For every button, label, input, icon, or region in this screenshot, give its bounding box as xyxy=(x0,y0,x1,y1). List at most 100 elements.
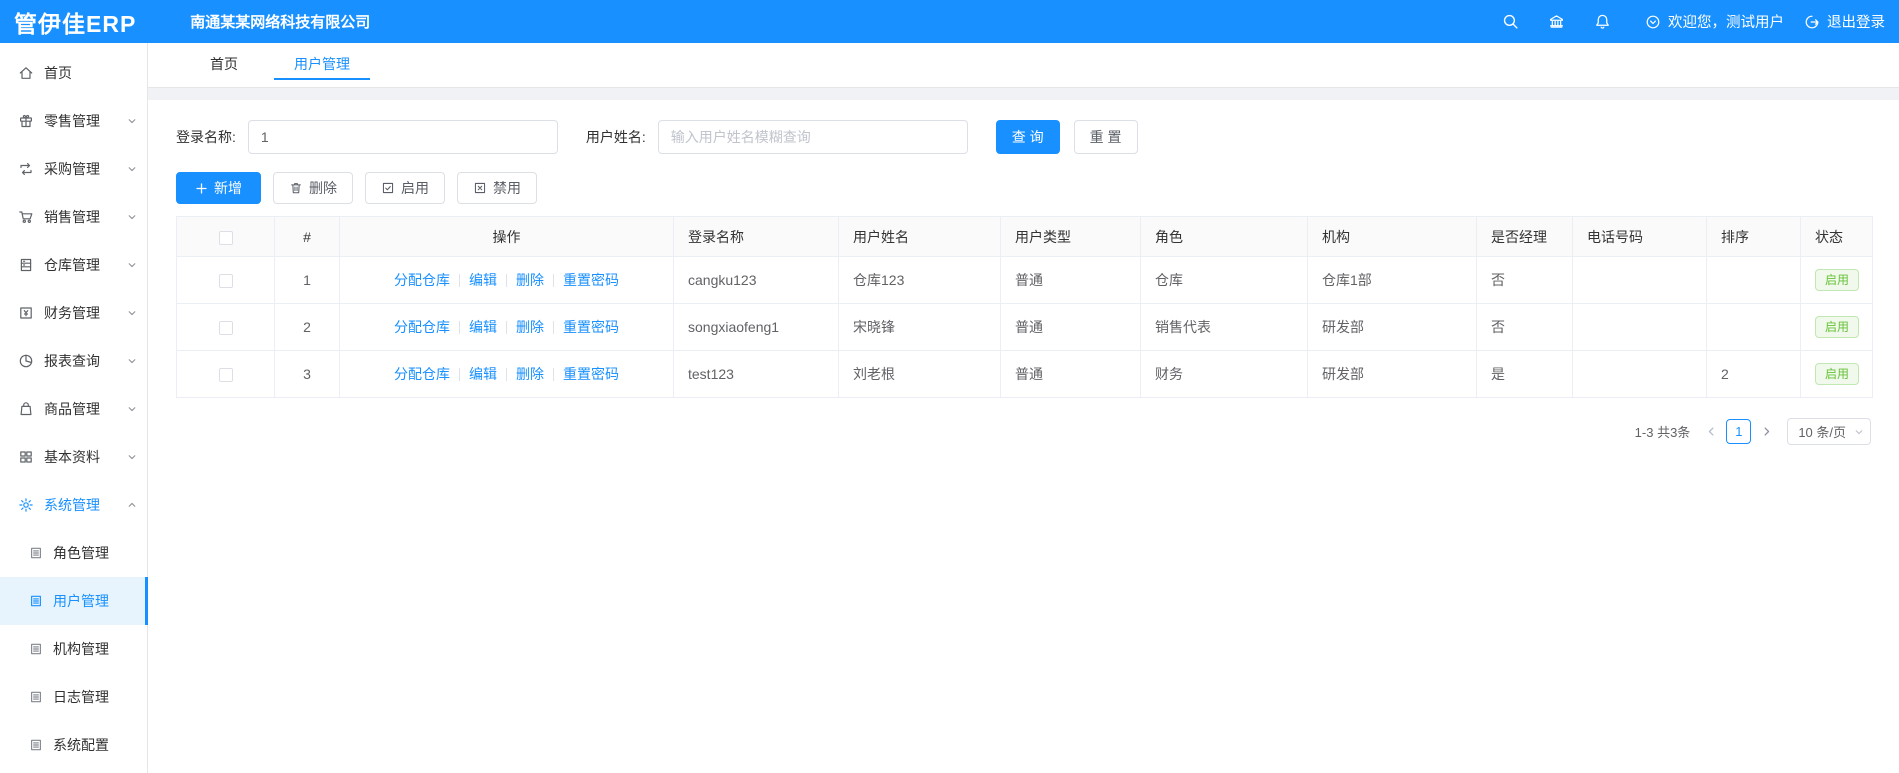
warehouse-icon xyxy=(18,257,34,273)
col-status: 状态 xyxy=(1800,216,1873,257)
report-icon xyxy=(18,353,34,369)
assign-warehouse-link[interactable]: 分配仓库 xyxy=(394,270,450,290)
toolbar-row: 新增 删除 启用 禁用 xyxy=(176,172,1871,204)
sidebar-item-home[interactable]: 首页 xyxy=(0,49,147,97)
sidebar-item-system-config[interactable]: 系统配置 xyxy=(0,721,147,769)
cell-user-name: 仓库123 xyxy=(838,256,1001,304)
delete-button[interactable]: 删除 xyxy=(273,172,353,204)
tab-home[interactable]: 首页 xyxy=(190,43,258,87)
col-sort: 排序 xyxy=(1706,216,1801,257)
add-button[interactable]: 新增 xyxy=(176,172,261,204)
sidebar-item-log-mgmt[interactable]: 日志管理 xyxy=(0,673,147,721)
sidebar-item-system[interactable]: 系统管理 xyxy=(0,481,147,529)
tab-bar: 首页 用户管理 xyxy=(148,43,1899,88)
plus-icon xyxy=(195,182,208,195)
sales-icon xyxy=(18,209,34,225)
status-badge[interactable]: 启用 xyxy=(1815,316,1860,338)
table-header-row: # 操作 登录名称 用户姓名 用户类型 角色 机构 是否经理 电话号码 排序 状… xyxy=(176,216,1873,257)
user-name-label: 用户姓名: xyxy=(585,129,646,145)
search-icon[interactable] xyxy=(1487,13,1533,30)
sidebar-item-basic-data[interactable]: 基本资料 xyxy=(0,433,147,481)
sidebar-item-goods[interactable]: 商品管理 xyxy=(0,385,147,433)
logout-button[interactable]: 退出登录 xyxy=(1804,11,1885,32)
reset-password-link[interactable]: 重置密码 xyxy=(563,317,619,337)
chevron-down-icon xyxy=(127,356,137,366)
cell-user-type: 普通 xyxy=(1000,303,1141,351)
cell-phone xyxy=(1572,303,1707,351)
prev-page-icon[interactable] xyxy=(1700,420,1722,444)
status-badge[interactable]: 启用 xyxy=(1815,363,1860,385)
cell-user-name: 宋晓锋 xyxy=(838,303,1001,351)
col-index: # xyxy=(274,216,340,257)
tab-user-mgmt[interactable]: 用户管理 xyxy=(274,43,370,87)
sidebar-item-label: 仓库管理 xyxy=(44,257,100,273)
select-all-checkbox[interactable] xyxy=(218,230,233,245)
main-area: 首页 用户管理 登录名称: 用户姓名: 查 询 重 置 新增 xyxy=(148,43,1899,773)
assign-warehouse-link[interactable]: 分配仓库 xyxy=(394,364,450,384)
reset-password-link[interactable]: 重置密码 xyxy=(563,270,619,290)
sidebar-item-warehouse[interactable]: 仓库管理 xyxy=(0,241,147,289)
sidebar-item-label: 用户管理 xyxy=(53,593,109,609)
bank-icon[interactable] xyxy=(1533,13,1579,30)
basic-icon xyxy=(18,449,34,465)
chevron-down-icon xyxy=(127,116,137,126)
cell-index: 3 xyxy=(274,350,340,398)
cell-role: 财务 xyxy=(1140,350,1308,398)
next-page-icon[interactable] xyxy=(1755,420,1777,444)
sidebar-item-finance[interactable]: 财务管理 xyxy=(0,289,147,337)
sidebar-item-purchase[interactable]: 采购管理 xyxy=(0,145,147,193)
sidebar-item-label: 财务管理 xyxy=(44,305,100,321)
page-size-select[interactable]: 10 条/页 xyxy=(1787,418,1871,445)
sidebar-item-retail[interactable]: 零售管理 xyxy=(0,97,147,145)
status-badge[interactable]: 启用 xyxy=(1815,269,1860,291)
chevron-down-icon xyxy=(127,260,137,270)
delete-link[interactable]: 删除 xyxy=(516,364,544,384)
delete-link[interactable]: 删除 xyxy=(516,270,544,290)
cell-phone xyxy=(1572,350,1707,398)
submenu-doc-icon xyxy=(29,738,43,752)
login-name-input[interactable] xyxy=(247,120,558,154)
sidebar-item-label: 报表查询 xyxy=(44,353,100,369)
sidebar-item-org-mgmt[interactable]: 机构管理 xyxy=(0,625,147,673)
user-name-input[interactable] xyxy=(657,120,968,154)
chevron-down-icon xyxy=(127,164,137,174)
search-button[interactable]: 查 询 xyxy=(995,120,1060,154)
users-table: # 操作 登录名称 用户姓名 用户类型 角色 机构 是否经理 电话号码 排序 状… xyxy=(176,216,1873,398)
goods-icon xyxy=(18,401,34,417)
col-is-manager: 是否经理 xyxy=(1476,216,1573,257)
welcome-text: 欢迎您，测试用户 xyxy=(1668,15,1784,31)
cell-sort xyxy=(1706,303,1801,351)
page-number-button[interactable]: 1 xyxy=(1726,419,1752,444)
row-checkbox[interactable] xyxy=(218,321,233,336)
col-login-name: 登录名称 xyxy=(673,216,839,257)
sidebar-item-sales[interactable]: 销售管理 xyxy=(0,193,147,241)
reset-password-link[interactable]: 重置密码 xyxy=(563,364,619,384)
edit-link[interactable]: 编辑 xyxy=(469,270,497,290)
system-gear-icon xyxy=(18,497,34,513)
row-checkbox[interactable] xyxy=(218,274,233,289)
disable-button[interactable]: 禁用 xyxy=(457,172,537,204)
edit-link[interactable]: 编辑 xyxy=(469,317,497,337)
submenu-doc-icon xyxy=(29,690,43,704)
assign-warehouse-link[interactable]: 分配仓库 xyxy=(394,317,450,337)
app-root: 管伊佳ERP 南通某某网络科技有限公司 欢迎您，测试用户 退出登录 首页 零售管… xyxy=(0,0,1899,773)
sidebar-item-report[interactable]: 报表查询 xyxy=(0,337,147,385)
cell-user-type: 普通 xyxy=(1000,256,1141,304)
sidebar-item-label: 角色管理 xyxy=(53,545,109,561)
reset-button[interactable]: 重 置 xyxy=(1073,120,1138,154)
col-phone: 电话号码 xyxy=(1572,216,1707,257)
bell-icon[interactable] xyxy=(1579,13,1625,30)
sidebar: 首页 零售管理 采购管理 销售管理 仓库管理 财务管理 报表查询 商品管理 基本… xyxy=(0,43,148,773)
sidebar-item-role-mgmt[interactable]: 角色管理 xyxy=(0,529,147,577)
x-square-icon xyxy=(473,181,487,195)
delete-link[interactable]: 删除 xyxy=(516,317,544,337)
home-icon xyxy=(18,65,34,81)
retail-icon xyxy=(18,113,34,129)
row-checkbox[interactable] xyxy=(218,368,233,383)
enable-button[interactable]: 启用 xyxy=(365,172,445,204)
sidebar-item-user-mgmt[interactable]: 用户管理 xyxy=(0,577,148,625)
user-menu[interactable]: 欢迎您，测试用户 xyxy=(1645,11,1784,32)
sidebar-item-label: 日志管理 xyxy=(53,689,109,705)
edit-link[interactable]: 编辑 xyxy=(469,364,497,384)
submenu-doc-icon xyxy=(29,594,43,608)
